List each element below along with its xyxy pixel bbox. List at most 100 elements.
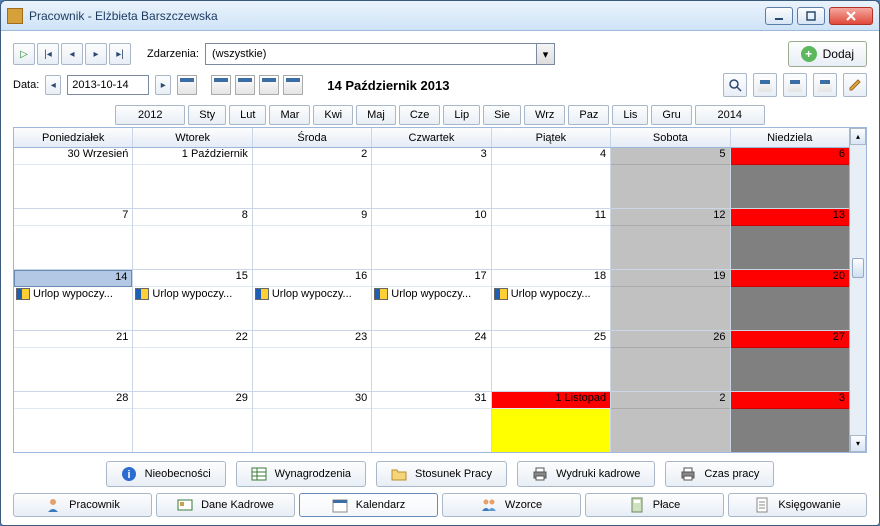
view-mode2-icon[interactable]	[235, 75, 255, 95]
month-button-mar[interactable]: Mar	[269, 105, 310, 125]
day-number: 7	[14, 209, 132, 226]
play-button[interactable]: ▷	[13, 43, 35, 65]
prev-button[interactable]: ◂	[61, 43, 83, 65]
day-number: 31	[372, 392, 490, 409]
month-button-maj[interactable]: Maj	[356, 105, 396, 125]
calendar-cell[interactable]: 5	[611, 148, 730, 208]
calendar-cell[interactable]: 1 Październik	[133, 148, 252, 208]
calendar-cell[interactable]: 29	[133, 392, 252, 452]
action-wydruki-kadrowe[interactable]: Wydruki kadrowe	[517, 461, 655, 487]
month-button-sie[interactable]: Sie	[483, 105, 521, 125]
action-czas-pracy[interactable]: Czas pracy	[665, 461, 774, 487]
calendar-event[interactable]: Urlop wypoczy...	[133, 287, 251, 301]
calendar-cell[interactable]: 2	[611, 392, 730, 452]
rewind-first-button[interactable]: |◂	[37, 43, 59, 65]
calendar-cell[interactable]: 12	[611, 209, 730, 269]
forward-last-button[interactable]: ▸|	[109, 43, 131, 65]
month-button-gru[interactable]: Gru	[651, 105, 691, 125]
month-button-lut[interactable]: Lut	[229, 105, 266, 125]
events-dropdown[interactable]: ▾	[205, 43, 555, 65]
next-year-button[interactable]: 2014	[695, 105, 765, 125]
calendar-picker-icon[interactable]	[177, 75, 197, 95]
calendar-cell[interactable]: 18Urlop wypoczy...	[492, 270, 611, 330]
calendar-cell[interactable]: 2	[253, 148, 372, 208]
calendar-cell[interactable]: 7	[14, 209, 133, 269]
month-button-kwi[interactable]: Kwi	[313, 105, 353, 125]
calendar-cell[interactable]: 8	[133, 209, 252, 269]
tab-wzorce[interactable]: Wzorce	[442, 493, 581, 517]
calendar-cell[interactable]: 10	[372, 209, 491, 269]
close-button[interactable]	[829, 7, 873, 25]
date-next-button[interactable]: ▸	[155, 75, 171, 95]
calendar-cell[interactable]: 17Urlop wypoczy...	[372, 270, 491, 330]
calendar-cell[interactable]: 27	[731, 331, 849, 391]
events-input[interactable]	[206, 48, 536, 60]
view-mode1-icon[interactable]	[211, 75, 231, 95]
calendar-event[interactable]: Urlop wypoczy...	[492, 287, 610, 301]
day-number: 27	[731, 331, 849, 348]
calendar-cell[interactable]: 3	[731, 392, 849, 452]
calendar-cell[interactable]: 1 Listopad	[492, 392, 611, 452]
svg-text:i: i	[127, 469, 130, 481]
action-stosunek-pracy[interactable]: Stosunek Pracy	[376, 461, 507, 487]
calendar-cell[interactable]: 31	[372, 392, 491, 452]
calendar-cell[interactable]: 26	[611, 331, 730, 391]
month-button-wrz[interactable]: Wrz	[524, 105, 565, 125]
calendar-cell[interactable]: 28	[14, 392, 133, 452]
calendar-cell[interactable]: 25	[492, 331, 611, 391]
day-number: 8	[133, 209, 251, 226]
month-button-lis[interactable]: Lis	[612, 105, 648, 125]
calendar-cell[interactable]: 9	[253, 209, 372, 269]
calendar-cell[interactable]: 3	[372, 148, 491, 208]
calendar-cell[interactable]: 4	[492, 148, 611, 208]
date-prev-button[interactable]: ◂	[45, 75, 61, 95]
calendar-cell[interactable]: 14Urlop wypoczy...	[14, 270, 133, 330]
tab-księgowanie[interactable]: Księgowanie	[728, 493, 867, 517]
month-button-lip[interactable]: Lip	[443, 105, 480, 125]
tab-dane-kadrowe[interactable]: Dane Kadrowe	[156, 493, 295, 517]
calendar-event[interactable]: Urlop wypoczy...	[372, 287, 490, 301]
tool-icon-3[interactable]	[813, 73, 837, 97]
calendar-cell[interactable]: 24	[372, 331, 491, 391]
tab-kalendarz[interactable]: Kalendarz	[299, 493, 438, 517]
calendar-cell[interactable]: 16Urlop wypoczy...	[253, 270, 372, 330]
edit-icon[interactable]	[843, 73, 867, 97]
month-button-sty[interactable]: Sty	[188, 105, 226, 125]
prev-year-button[interactable]: 2012	[115, 105, 185, 125]
search-icon[interactable]	[723, 73, 747, 97]
calendar-cell[interactable]: 22	[133, 331, 252, 391]
minimize-button[interactable]	[765, 7, 793, 25]
month-button-cze[interactable]: Cze	[399, 105, 441, 125]
tool-icon-2[interactable]	[783, 73, 807, 97]
calendar-cell[interactable]: 30	[253, 392, 372, 452]
calendar-cell[interactable]: 11	[492, 209, 611, 269]
calendar-cell[interactable]: 15Urlop wypoczy...	[133, 270, 252, 330]
event-label: Urlop wypoczy...	[511, 288, 591, 300]
calendar-cell[interactable]: 20	[731, 270, 849, 330]
action-wynagrodzenia[interactable]: Wynagrodzenia	[236, 461, 366, 487]
calendar-event[interactable]: Urlop wypoczy...	[253, 287, 371, 301]
next-button[interactable]: ▸	[85, 43, 107, 65]
date-input[interactable]	[67, 75, 149, 95]
action-nieobecności[interactable]: iNieobecności	[106, 461, 226, 487]
maximize-button[interactable]	[797, 7, 825, 25]
scroll-up-icon[interactable]: ▴	[850, 128, 866, 145]
add-button[interactable]: + Dodaj	[788, 41, 867, 67]
view-mode3-icon[interactable]	[259, 75, 279, 95]
tab-płace[interactable]: Płace	[585, 493, 724, 517]
calendar-cell[interactable]: 19	[611, 270, 730, 330]
tab-pracownik[interactable]: Pracownik	[13, 493, 152, 517]
view-mode4-icon[interactable]	[283, 75, 303, 95]
scroll-thumb[interactable]	[852, 258, 864, 278]
scroll-down-icon[interactable]: ▾	[850, 435, 866, 452]
calendar-cell[interactable]: 30 Wrzesień	[14, 148, 133, 208]
calendar-scrollbar[interactable]: ▴ ▾	[849, 128, 866, 452]
calendar-cell[interactable]: 23	[253, 331, 372, 391]
calendar-cell[interactable]: 6	[731, 148, 849, 208]
calendar-cell[interactable]: 13	[731, 209, 849, 269]
calendar-event[interactable]: Urlop wypoczy...	[14, 287, 132, 301]
calendar-cell[interactable]: 21	[14, 331, 133, 391]
dropdown-arrow-icon[interactable]: ▾	[536, 44, 554, 64]
month-button-paz[interactable]: Paz	[568, 105, 609, 125]
tool-icon-1[interactable]	[753, 73, 777, 97]
